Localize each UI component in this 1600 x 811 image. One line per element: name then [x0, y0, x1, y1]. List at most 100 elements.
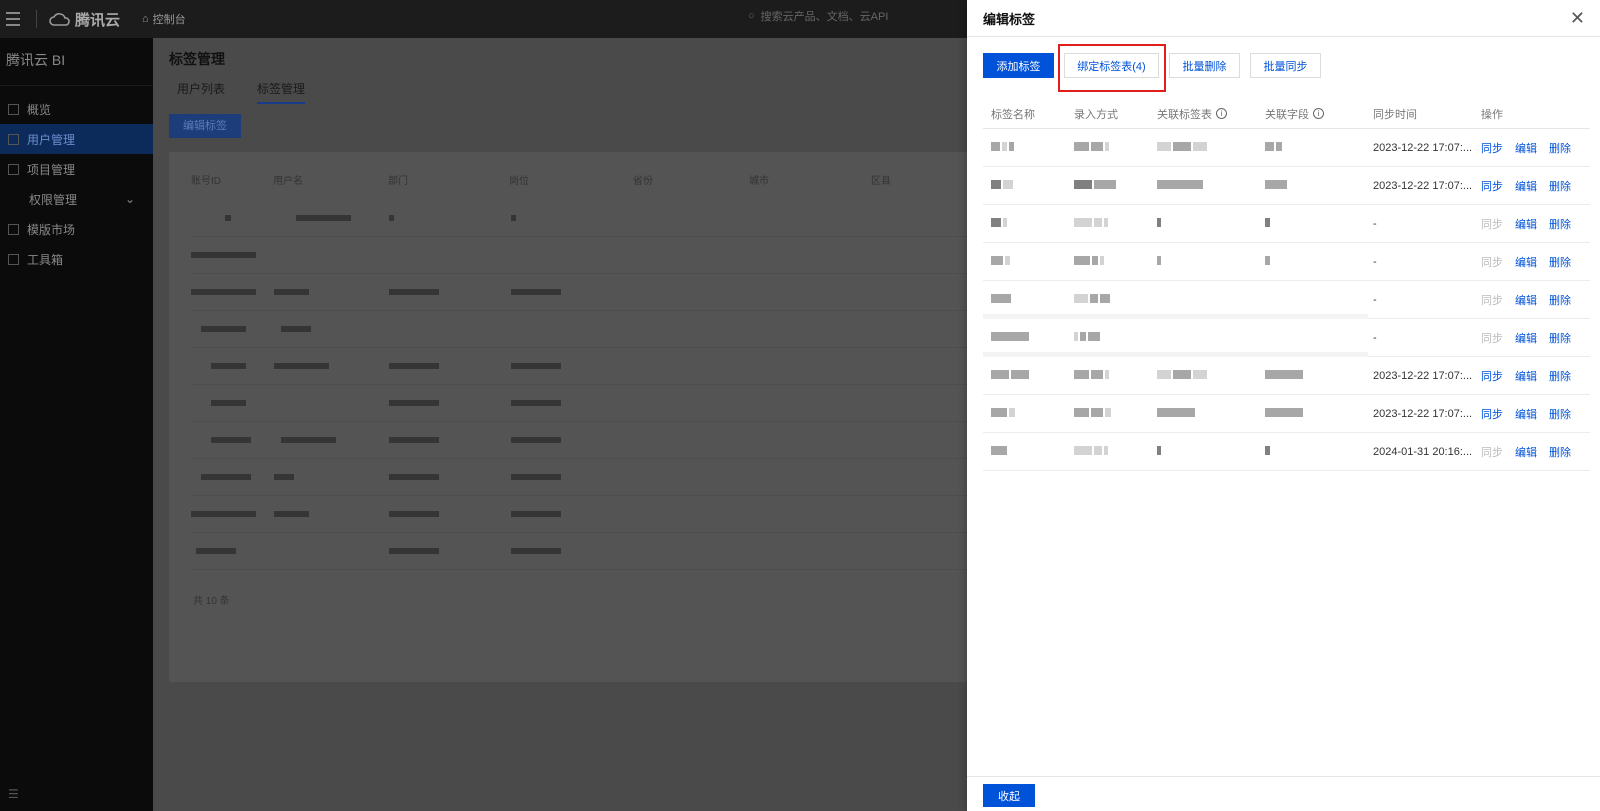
delete-link[interactable]: 删除: [1549, 140, 1571, 156]
table-row: - 同步 编辑 删除: [983, 281, 1590, 319]
edit-link[interactable]: 编辑: [1515, 368, 1537, 384]
sidebar-item-label: 用户管理: [27, 132, 76, 147]
sync-link[interactable]: 同步: [1481, 216, 1503, 232]
entry-method-cell: [1066, 141, 1149, 154]
sync-link[interactable]: 同步: [1481, 292, 1503, 308]
edit-link[interactable]: 编辑: [1515, 216, 1537, 232]
add-tag-button[interactable]: 添加标签: [983, 53, 1054, 78]
sync-link[interactable]: 同步: [1481, 254, 1503, 270]
sidebar-item-label: 权限管理: [29, 192, 78, 207]
edit-tags-drawer: 编辑标签 ✕ 添加标签 绑定标签表(4) 批量删除 批量同步 标签名称 录入方式…: [967, 0, 1600, 811]
linked-table-cell: [1149, 445, 1257, 458]
tag-name-cell: [983, 255, 1066, 268]
delete-link[interactable]: 删除: [1549, 216, 1571, 232]
info-icon[interactable]: i: [1216, 108, 1227, 119]
sidebar-item-template-market[interactable]: 模版市场: [0, 214, 153, 244]
entry-method-cell: [1066, 407, 1149, 420]
delete-link[interactable]: 删除: [1549, 292, 1571, 308]
tab-bar: 用户列表 标签管理: [177, 80, 306, 104]
edit-link[interactable]: 编辑: [1515, 254, 1537, 270]
entry-method-cell: [1066, 331, 1149, 344]
info-icon[interactable]: i: [1313, 108, 1324, 119]
linked-field-cell: [1257, 141, 1365, 154]
collapse-button[interactable]: 收起: [983, 784, 1035, 807]
column-header: 账号ID: [191, 176, 221, 187]
delete-link[interactable]: 删除: [1549, 444, 1571, 460]
table-row: - 同步 编辑 删除: [983, 319, 1590, 357]
sidebar-item-permission-management[interactable]: 权限管理 ⌄: [0, 184, 153, 214]
sync-link[interactable]: 同步: [1481, 178, 1503, 194]
tag-name-cell: [983, 445, 1066, 458]
edit-tags-button[interactable]: 编辑标签: [169, 114, 241, 138]
console-link[interactable]: ⌂ 控制台: [142, 11, 186, 27]
sync-time-cell: 2024-01-31 20:16:...: [1373, 445, 1473, 458]
column-header-linked-table: 关联标签表 i: [1149, 106, 1257, 122]
delete-link[interactable]: 删除: [1549, 368, 1571, 384]
linked-table-cell: [1149, 407, 1257, 420]
edit-link[interactable]: 编辑: [1515, 406, 1537, 422]
entry-method-cell: [1066, 255, 1149, 268]
tab-tag-management[interactable]: 标签管理: [257, 80, 306, 104]
close-icon[interactable]: ✕: [1570, 9, 1585, 27]
tab-user-list[interactable]: 用户列表: [177, 80, 225, 104]
sync-time-cell: -: [1373, 293, 1377, 306]
sync-link[interactable]: 同步: [1481, 140, 1503, 156]
menu-icon[interactable]: [6, 12, 32, 26]
row-actions: 同步 编辑 删除: [1473, 140, 1590, 156]
edit-link[interactable]: 编辑: [1515, 178, 1537, 194]
drawer-header: 编辑标签 ✕: [967, 0, 1600, 37]
search-icon: ○: [748, 10, 755, 22]
sidebar-item-overview[interactable]: 概览: [0, 94, 153, 124]
bind-tag-table-button[interactable]: 绑定标签表(4): [1064, 53, 1159, 78]
column-header-label: 关联字段: [1265, 108, 1309, 121]
brand-logo[interactable]: 腾讯云: [49, 9, 120, 30]
sync-time-cell: 2023-12-22 17:07:...: [1373, 407, 1473, 420]
sync-time-cell: 2023-12-22 17:07:...: [1373, 369, 1473, 382]
row-actions: 同步 编辑 删除: [1473, 368, 1590, 384]
sync-time-cell: -: [1373, 217, 1377, 230]
sidebar-item-project-management[interactable]: 项目管理: [0, 154, 153, 184]
delete-link[interactable]: 删除: [1549, 330, 1571, 346]
batch-delete-button[interactable]: 批量删除: [1169, 53, 1240, 78]
delete-link[interactable]: 删除: [1549, 406, 1571, 422]
table-row: - 同步 编辑 删除: [983, 243, 1590, 281]
row-actions: 同步 编辑 删除: [1473, 330, 1590, 346]
edit-link[interactable]: 编辑: [1515, 444, 1537, 460]
divider: [36, 10, 37, 28]
user-icon: [8, 133, 19, 145]
sync-link[interactable]: 同步: [1481, 330, 1503, 346]
edit-link[interactable]: 编辑: [1515, 330, 1537, 346]
table-row: 2024-01-31 20:16:... 同步 编辑 删除: [983, 433, 1590, 471]
sync-link[interactable]: 同步: [1481, 406, 1503, 422]
sidebar-item-label: 工具箱: [27, 252, 64, 267]
sync-link[interactable]: 同步: [1481, 368, 1503, 384]
row-actions: 同步 编辑 删除: [1473, 444, 1590, 460]
tag-name-cell: [983, 407, 1066, 420]
sidebar-item-user-management[interactable]: 用户管理: [0, 124, 153, 154]
collapse-sidebar-icon[interactable]: ☰: [8, 787, 19, 801]
batch-sync-button[interactable]: 批量同步: [1250, 53, 1321, 78]
tag-name-cell: [983, 331, 1066, 344]
row-actions: 同步 编辑 删除: [1473, 292, 1590, 308]
linked-field-cell: [1257, 407, 1365, 420]
sidebar-item-label: 概览: [27, 102, 52, 117]
delete-link[interactable]: 删除: [1549, 254, 1571, 270]
brand-name: 腾讯云: [75, 11, 121, 29]
entry-method-cell: [1066, 217, 1149, 230]
sync-link[interactable]: 同步: [1481, 444, 1503, 460]
column-header: 用户名: [273, 176, 303, 187]
edit-link[interactable]: 编辑: [1515, 140, 1537, 156]
table-row: 2023-12-22 17:07:... 同步 编辑 删除: [983, 395, 1590, 433]
edit-link[interactable]: 编辑: [1515, 292, 1537, 308]
page-title: 标签管理: [169, 51, 225, 67]
sidebar-item-label: 项目管理: [27, 162, 76, 177]
toolbox-icon: [8, 253, 19, 265]
sidebar-item-toolbox[interactable]: 工具箱: [0, 244, 153, 274]
tag-name-cell: [983, 369, 1066, 382]
entry-method-cell: [1066, 179, 1149, 192]
home-icon: ⌂: [142, 13, 149, 25]
delete-link[interactable]: 删除: [1549, 178, 1571, 194]
drawer-toolbar: 添加标签 绑定标签表(4) 批量删除 批量同步: [983, 53, 1321, 78]
search-input[interactable]: ○ 搜索云产品、文档、云API: [748, 8, 888, 24]
column-header: 省份: [633, 176, 653, 187]
